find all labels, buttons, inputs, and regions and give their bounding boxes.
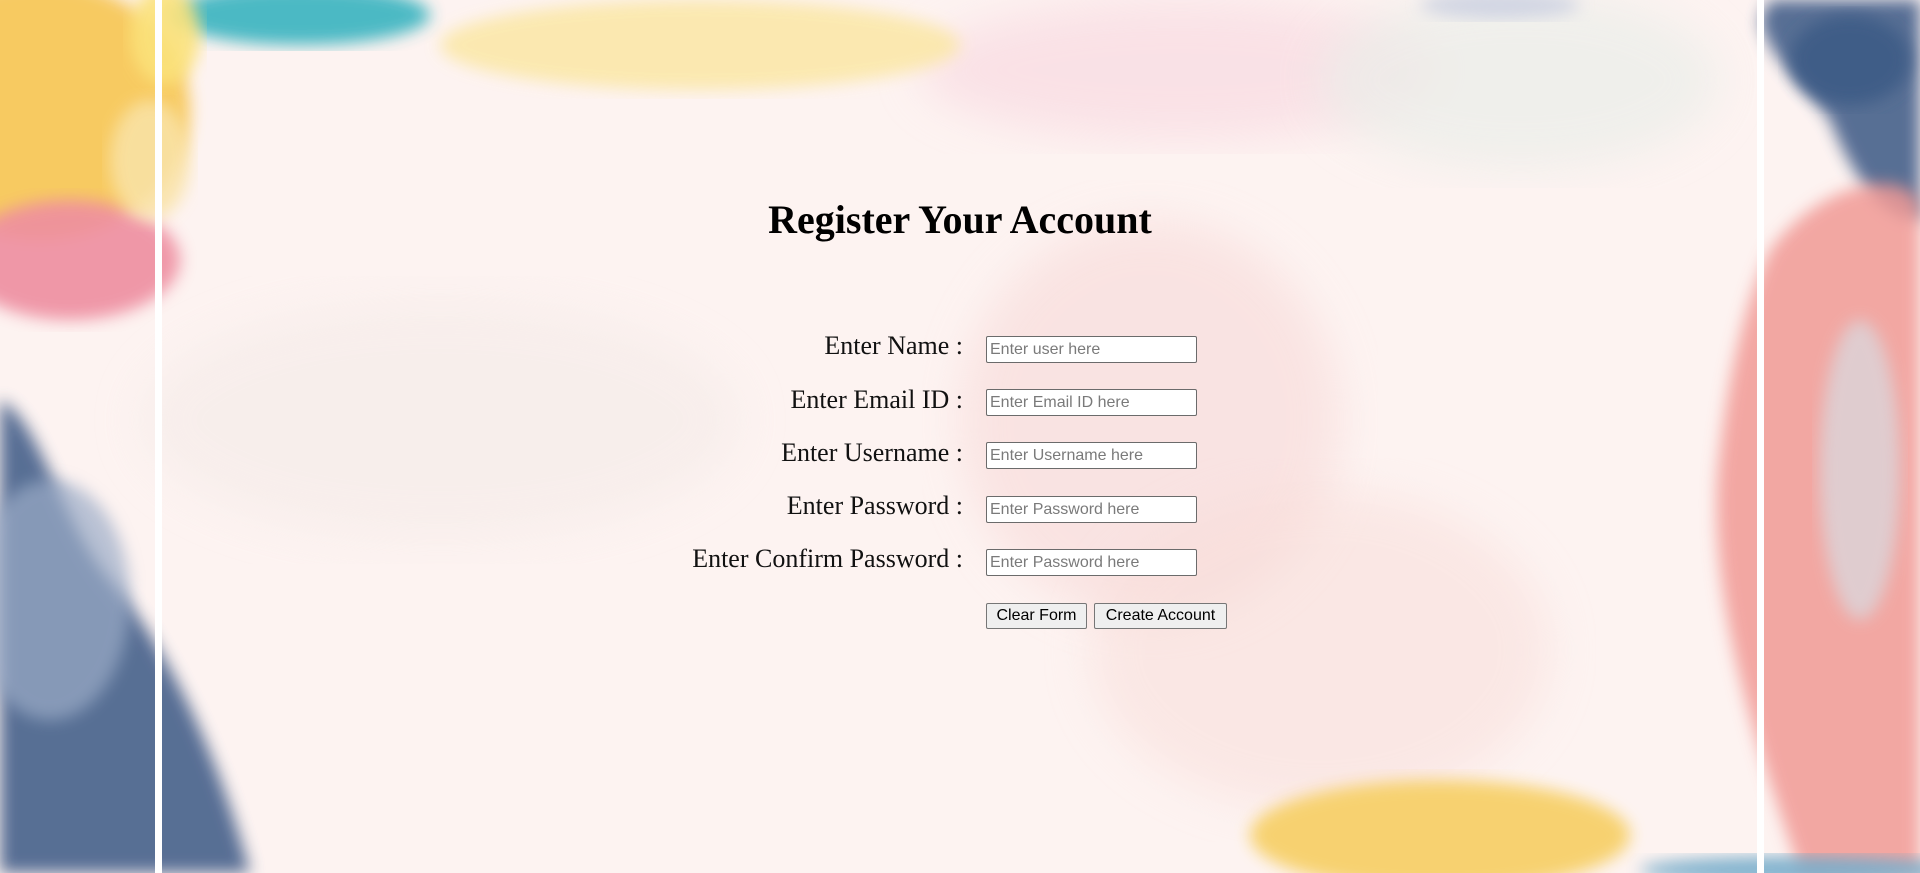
username-input[interactable]: [986, 442, 1197, 469]
username-label: Enter Username :: [781, 438, 963, 467]
email-label: Enter Email ID :: [790, 385, 963, 414]
confirm-password-input[interactable]: [986, 549, 1197, 576]
create-account-button[interactable]: Create Account: [1094, 603, 1227, 629]
clear-form-button[interactable]: Clear Form: [986, 603, 1087, 629]
password-label: Enter Password :: [786, 491, 963, 520]
email-input[interactable]: [986, 389, 1197, 416]
name-input[interactable]: [986, 336, 1197, 363]
register-page: Register Your Account Enter Name : Enter…: [0, 0, 1920, 873]
password-input[interactable]: [986, 496, 1197, 523]
name-label: Enter Name :: [824, 331, 963, 360]
page-title: Register Your Account: [768, 197, 1152, 242]
confirm-password-label: Enter Confirm Password :: [692, 544, 963, 573]
